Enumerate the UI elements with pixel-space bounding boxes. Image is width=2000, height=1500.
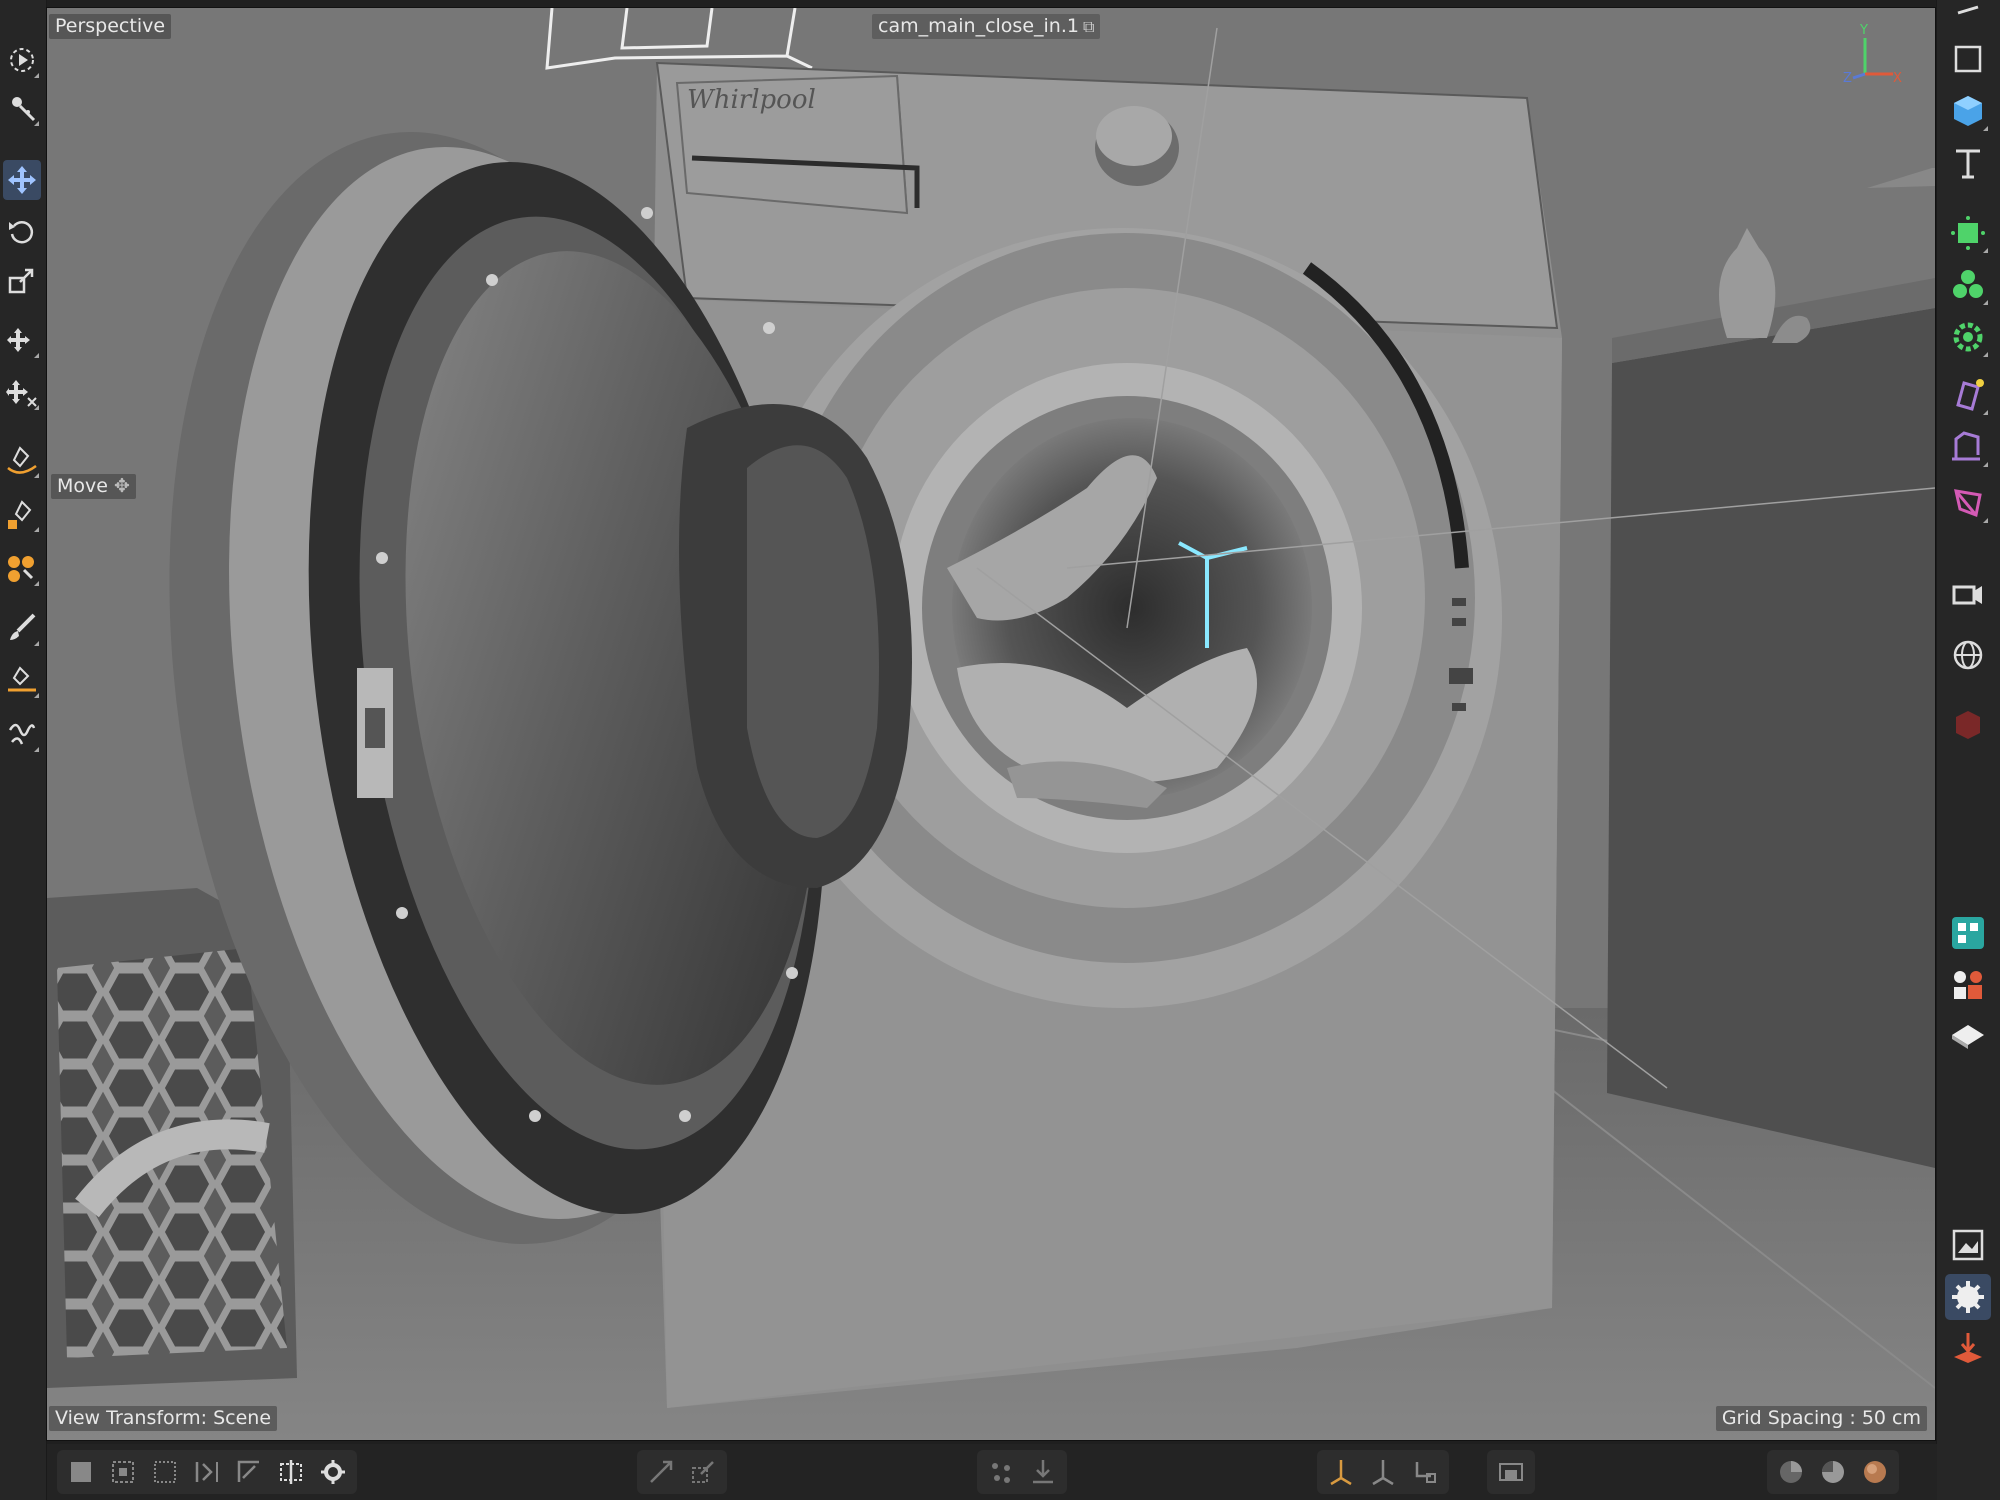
display-shaded-icon[interactable] — [1857, 1454, 1893, 1490]
scene-render: Whirlpool — [47, 8, 1935, 1440]
text-tool-icon[interactable] — [1945, 140, 1991, 186]
locked-axis-icon[interactable] — [643, 1454, 679, 1490]
tool-hint-text: Move — [57, 475, 108, 497]
viewport-perspective[interactable]: Whirlpool Y X Z Perspective cam_main_clo… — [46, 7, 1936, 1441]
axis-gizmo: Y X Z — [1843, 23, 1902, 86]
camera-icon[interactable] — [1945, 572, 1991, 618]
selection-mode-group — [57, 1450, 357, 1494]
knife-icon[interactable] — [3, 660, 41, 700]
model-mode-icon[interactable] — [63, 1454, 99, 1490]
grid-spacing-label: Grid Spacing : 50 cm — [1715, 1406, 1927, 1431]
sculpt-icon[interactable] — [3, 714, 41, 754]
mograph-cloner-icon[interactable] — [1945, 314, 1991, 360]
axis-lock-group — [637, 1450, 727, 1494]
brand-logo: Whirlpool — [687, 85, 816, 115]
snap-icon[interactable] — [273, 1454, 309, 1490]
axis-local-icon[interactable] — [1407, 1454, 1443, 1490]
display-quick-icon[interactable] — [1815, 1454, 1851, 1490]
move-icon[interactable] — [3, 160, 41, 200]
render-region-icon[interactable] — [1493, 1454, 1529, 1490]
display-mode-group — [1767, 1450, 1899, 1494]
axis-modify-icon[interactable] — [1323, 1454, 1359, 1490]
settings-gear-icon[interactable] — [315, 1454, 351, 1490]
render-view-group — [1487, 1450, 1535, 1494]
workplane-icon[interactable] — [685, 1454, 721, 1490]
generator-icon[interactable] — [1945, 210, 1991, 256]
polygons-mode-icon[interactable] — [189, 1454, 225, 1490]
camera-name: cam_main_close_in.1 — [878, 15, 1079, 37]
brush-icon[interactable] — [3, 608, 41, 648]
axis-world-icon[interactable] — [1365, 1454, 1401, 1490]
camera-name-label[interactable]: cam_main_close_in.1 ⧉ — [872, 14, 1101, 39]
import-icon[interactable] — [1945, 1326, 1991, 1372]
picture-viewer-icon[interactable] — [1945, 1222, 1991, 1268]
move-hint-icon: ✥ — [114, 475, 130, 497]
deformer-icon[interactable] — [1945, 372, 1991, 418]
tool-hint-label: Move ✥ — [51, 474, 136, 499]
environment-icon[interactable] — [1945, 632, 1991, 678]
layout-icon[interactable] — [1945, 910, 1991, 956]
axis-x-label: X — [1893, 71, 1902, 86]
axis-y-label: Y — [1859, 23, 1868, 38]
field-icon[interactable] — [1945, 424, 1991, 470]
subdivision-icon[interactable] — [1945, 262, 1991, 308]
view-name-label[interactable]: Perspective — [49, 14, 172, 39]
placement-icon[interactable] — [3, 372, 41, 412]
left-toolbar — [0, 0, 47, 1500]
cube-icon[interactable] — [1945, 88, 1991, 134]
right-toolbar — [1936, 0, 2000, 1500]
points-mode-icon[interactable] — [105, 1454, 141, 1490]
rotate-icon[interactable] — [3, 212, 41, 252]
snap-drop-icon[interactable] — [1025, 1454, 1061, 1490]
link-icon: ⧉ — [1082, 17, 1095, 36]
uv-mode-icon[interactable] — [231, 1454, 267, 1490]
render-icon[interactable] — [1945, 702, 1991, 748]
select-icon[interactable] — [3, 40, 41, 80]
modeling-axis-group — [1317, 1450, 1449, 1494]
spline-pen-icon[interactable] — [3, 440, 41, 480]
view-transform-label: View Transform: Scene — [49, 1406, 278, 1431]
live-selection-icon[interactable] — [3, 88, 41, 128]
spline-smooth-icon[interactable] — [3, 548, 41, 588]
floor-icon[interactable] — [1945, 1014, 1991, 1060]
transfer-icon[interactable] — [3, 320, 41, 360]
bottom-toolbar — [47, 1444, 1937, 1500]
display-gouraud-icon[interactable] — [1773, 1454, 1809, 1490]
edges-mode-icon[interactable] — [147, 1454, 183, 1490]
null-object-icon[interactable] — [1945, 36, 1991, 82]
render-settings-icon[interactable] — [1945, 1274, 1991, 1320]
sketch-icon[interactable] — [3, 494, 41, 534]
snap-group — [977, 1450, 1067, 1494]
tag-icon[interactable] — [1945, 480, 1991, 526]
axis-z-label: Z — [1843, 71, 1852, 86]
mograph-icon[interactable] — [1945, 962, 1991, 1008]
snap-points-icon[interactable] — [983, 1454, 1019, 1490]
scale-icon[interactable] — [3, 262, 41, 302]
